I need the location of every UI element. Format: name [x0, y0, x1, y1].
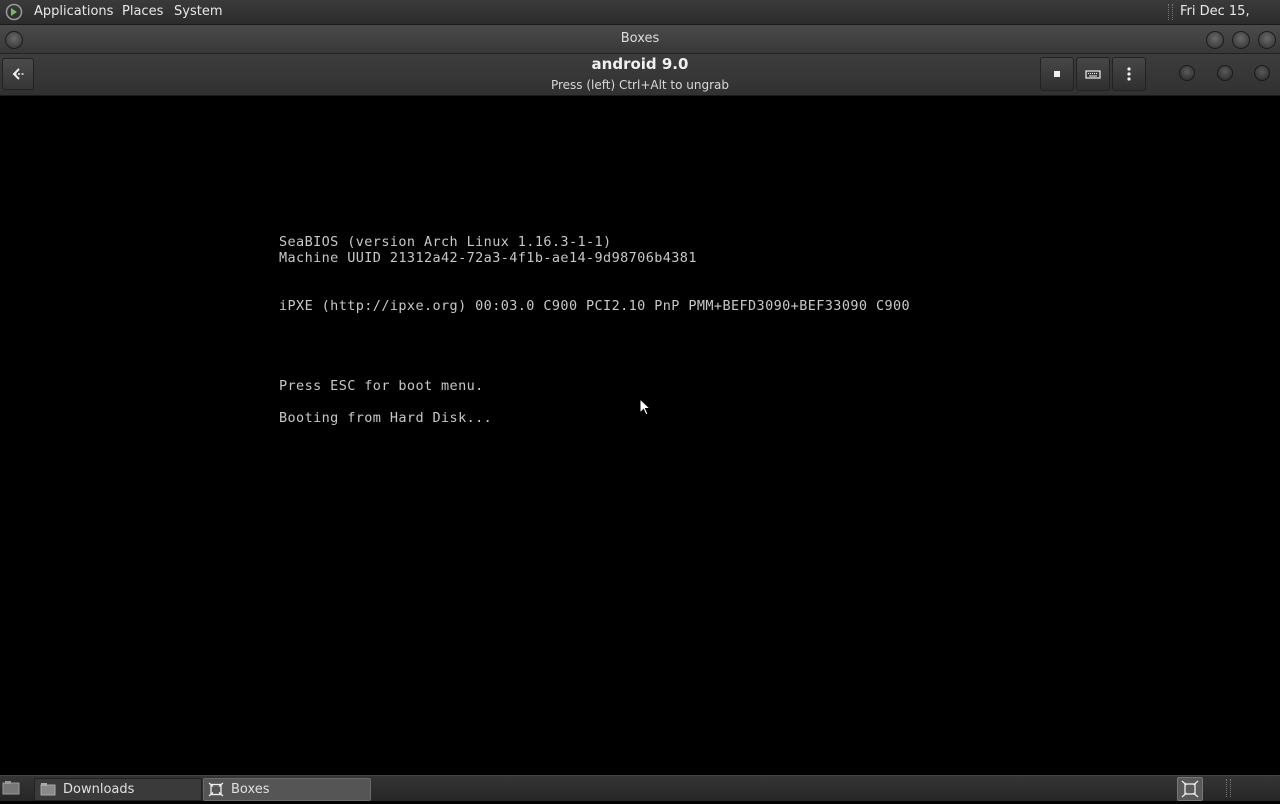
window-title: Boxes	[620, 31, 660, 46]
maximize-button[interactable]	[1232, 31, 1250, 49]
header-maximize-button[interactable]	[1217, 65, 1233, 81]
taskbar-item-label: Boxes	[231, 782, 270, 797]
boxes-icon	[208, 782, 224, 804]
console-line: Press ESC for boot menu.	[279, 378, 484, 394]
header-close-button[interactable]	[1254, 65, 1270, 81]
menu-button[interactable]	[1112, 57, 1146, 91]
console-line: Machine UUID 21312a42-72a3-4f1b-ae14-9d9…	[279, 250, 697, 266]
show-desktop-icon[interactable]	[0, 778, 22, 799]
distro-logo-icon[interactable]	[5, 3, 23, 21]
console-line: iPXE (http://ipxe.org) 00:03.0 C900 PCI2…	[279, 298, 911, 314]
clock[interactable]: Fri Dec 15, 13:02	[1180, 0, 1280, 43]
window-titlebar[interactable]: Boxes	[0, 25, 1280, 54]
close-button[interactable]	[1258, 31, 1276, 49]
applications-menu[interactable]: Applications	[34, 0, 113, 24]
stop-button[interactable]	[1040, 57, 1074, 91]
vm-console[interactable]: SeaBIOS (version Arch Linux 1.16.3-1-1) …	[0, 96, 1280, 774]
places-menu[interactable]: Places	[122, 0, 163, 24]
taskbar-item-label: Downloads	[63, 782, 135, 797]
menu-icon	[1127, 67, 1131, 81]
panel-separator	[1226, 779, 1231, 797]
folder-icon	[40, 782, 56, 804]
stop-icon	[1054, 71, 1060, 77]
taskbar-item-boxes[interactable]: Boxes	[203, 778, 371, 801]
panel-separator	[1168, 4, 1173, 20]
window-menu-icon[interactable]	[5, 31, 23, 49]
console-line: SeaBIOS (version Arch Linux 1.16.3-1-1)	[279, 234, 612, 250]
header-bar: android 9.0 Press (left) Ctrl+Alt to ung…	[0, 54, 1280, 96]
top-panel: Applications Places System Fri Dec 15, 1…	[0, 0, 1280, 43]
minimize-button[interactable]	[1206, 31, 1224, 49]
keyboard-icon	[1085, 70, 1101, 79]
mouse-pointer-icon	[639, 398, 652, 416]
taskbar-item-downloads[interactable]: Downloads	[34, 778, 202, 801]
header-minimize-button[interactable]	[1179, 65, 1195, 81]
system-menu[interactable]: System	[174, 0, 222, 24]
console-line: Booting from Hard Disk...	[279, 410, 493, 426]
keyboard-button[interactable]	[1076, 57, 1110, 91]
tray-boxes-icon[interactable]	[1177, 777, 1203, 801]
bottom-panel: Downloads Boxes	[0, 775, 1280, 801]
